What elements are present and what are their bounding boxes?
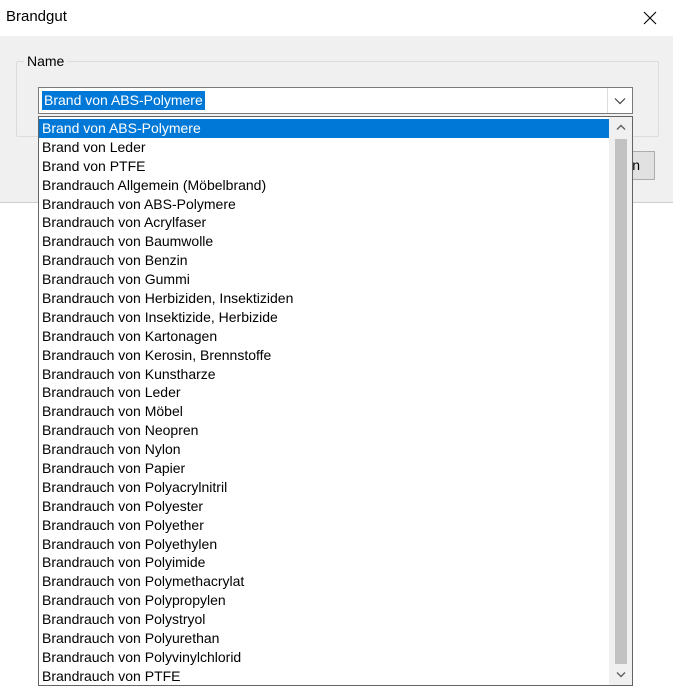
dropdown-item[interactable]: Brandrauch von Papier (39, 459, 610, 478)
dropdown-item[interactable]: Brandrauch von Kerosin, Brennstoffe (39, 346, 610, 365)
dropdown-items: Brand von ABS-Polymere Brand von Leder Bra… (39, 119, 610, 685)
dropdown-item[interactable]: Brandrauch von Insektizide, Herbizide (39, 308, 610, 327)
dropdown-item[interactable]: Brandrauch von Polypropylen (39, 591, 610, 610)
dropdown-item[interactable]: Brandrauch von Kunstharze (39, 365, 610, 384)
chevron-up-icon (616, 124, 626, 130)
dropdown-item[interactable]: Brandrauch von Gummi (39, 270, 610, 289)
screen: Brandgut Name Brand von ABS-Polymere n B… (0, 0, 673, 686)
dropdown-item[interactable]: Brandrauch von Leder (39, 383, 610, 402)
scroll-down-button[interactable] (610, 666, 632, 683)
name-combobox[interactable]: Brand von ABS-Polymere (38, 87, 633, 114)
scroll-thumb[interactable] (615, 139, 627, 664)
dropdown-item[interactable]: Brandrauch von Polyimide (39, 553, 610, 572)
dropdown-item[interactable]: Brandrauch von PTFE (39, 667, 610, 685)
chevron-down-icon (616, 672, 626, 678)
dropdown-item[interactable]: Brandrauch von Polystryol (39, 610, 610, 629)
dropdown-item[interactable]: Brandrauch von Polyethylen (39, 535, 610, 554)
dropdown-item[interactable]: Brandrauch von Polyurethan (39, 629, 610, 648)
dropdown-item[interactable]: Brandrauch von Polyester (39, 497, 610, 516)
dropdown-item[interactable]: Brandrauch von Polymethacrylat (39, 572, 610, 591)
window-title: Brandgut (6, 8, 67, 25)
dropdown-item[interactable]: Brandrauch von Acrylfaser (39, 213, 610, 232)
dropdown-item[interactable]: Brandrauch von Polyacrylnitril (39, 478, 610, 497)
dropdown-list[interactable]: Brand von ABS-Polymere Brand von Leder Bra… (38, 116, 633, 686)
dropdown-item[interactable]: Brand von PTFE (39, 157, 610, 176)
chevron-down-icon (614, 97, 626, 104)
dropdown-item[interactable]: Brandrauch von ABS-Polymere (39, 195, 610, 214)
dropdown-item[interactable]: Brand von Leder (39, 138, 610, 157)
dropdown-item[interactable]: Brandrauch von Baumwolle (39, 232, 610, 251)
dropdown-item[interactable]: Brandrauch von Möbel (39, 402, 610, 421)
close-icon (643, 11, 657, 25)
close-button[interactable] (627, 0, 673, 36)
dropdown-item[interactable]: Brand von ABS-Polymere (39, 119, 610, 138)
scroll-up-button[interactable] (610, 119, 632, 136)
dropdown-item[interactable]: Brandrauch von Herbiziden, Insektiziden (39, 289, 610, 308)
dropdown-item[interactable]: Brandrauch von Polyether (39, 516, 610, 535)
dropdown-item[interactable]: Brandrauch von Nylon (39, 440, 610, 459)
dropdown-item[interactable]: Brandrauch von Polyvinylchlorid (39, 648, 610, 667)
dropdown-item[interactable]: Brandrauch Allgemein (Möbelbrand) (39, 176, 610, 195)
vertical-scrollbar[interactable] (609, 117, 632, 685)
combo-selected-value: Brand von ABS-Polymere (42, 91, 205, 110)
dropdown-item[interactable]: Brandrauch von Benzin (39, 251, 610, 270)
dropdown-item[interactable]: Brandrauch von Neopren (39, 421, 610, 440)
group-label: Name (24, 53, 68, 69)
combo-dropdown-button[interactable] (607, 88, 632, 113)
title-bar[interactable]: Brandgut (0, 0, 673, 36)
dropdown-item[interactable]: Brandrauch von Kartonagen (39, 327, 610, 346)
